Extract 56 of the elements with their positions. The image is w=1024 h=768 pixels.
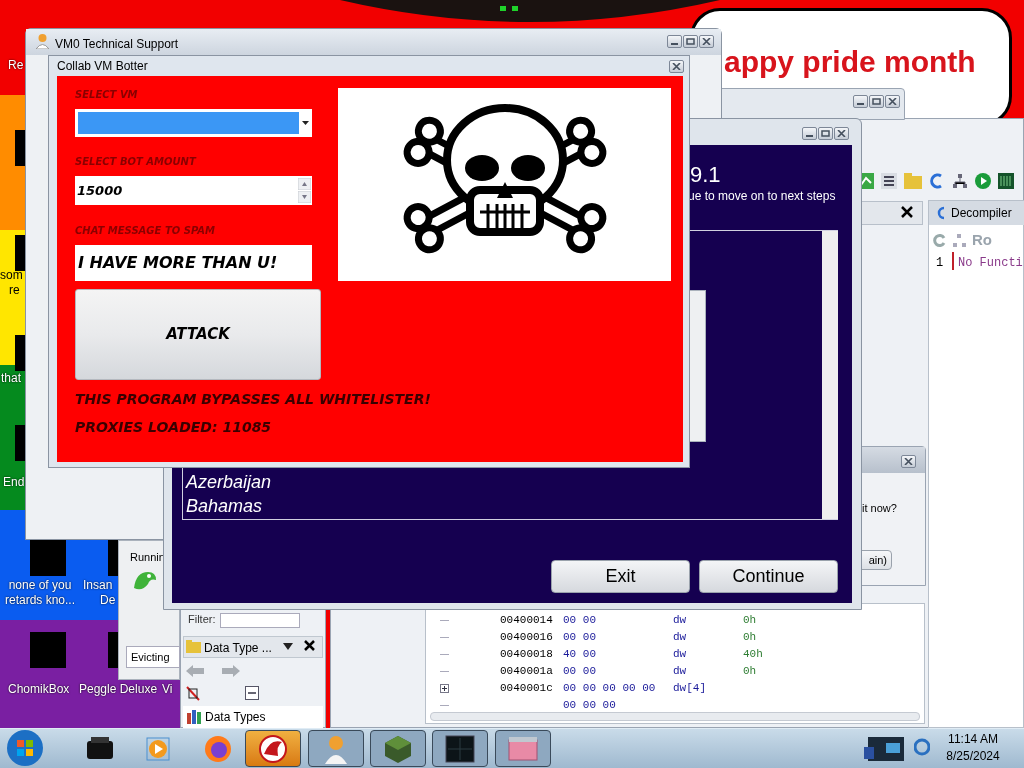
desktop-icon-label: re <box>9 283 20 298</box>
dialog-button[interactable]: Continue <box>699 560 838 593</box>
address-cell-text: 0040001a <box>500 663 554 679</box>
panel-title: Data Type ... <box>204 640 272 657</box>
operand-cell-text: 0h <box>743 663 757 679</box>
desktop-icon-label: Insan <box>83 578 113 593</box>
mnemonic-cell-text: dw <box>673 629 688 645</box>
toolbar-label: Ro <box>972 230 992 250</box>
bytes-cell-text: 00 00 <box>563 663 597 679</box>
chat-message-field[interactable]: I HAVE MORE THAN U! <box>75 245 312 281</box>
mnemonic-cell-text: dw <box>673 612 688 628</box>
bytes-cell-text: 40 00 <box>563 646 597 662</box>
banner-text: appy pride month <box>724 44 976 80</box>
notice-text: THIS PROGRAM BYPASSES ALL WHITELISTER! <box>75 390 432 408</box>
list-item[interactable]: Bahamas <box>186 494 272 518</box>
desktop-icon-label: Re <box>8 58 24 73</box>
window-title: Collab VM Botter <box>57 58 148 75</box>
filter-label: Filter: <box>188 613 216 626</box>
desktop-icon-label: Vi <box>162 682 173 697</box>
field-label: SELECT VM <box>75 88 138 102</box>
field-label: CHAT MESSAGE TO SPAM <box>75 224 215 238</box>
list-item[interactable]: Azerbaijan <box>186 470 272 494</box>
mnemonic-cell-text: dw <box>673 663 688 679</box>
field-label: SELECT BOT AMOUNT <box>75 155 196 169</box>
desktop-icon-label: End <box>3 475 25 490</box>
desktop-icon-label: none of you retards kno... <box>4 578 76 608</box>
dialog-button[interactable]: Exit <box>551 560 690 593</box>
attack-button[interactable]: ATTACK <box>75 289 321 380</box>
operand-cell-text: 0h <box>743 612 757 628</box>
desktop-icon-label: that <box>1 371 21 386</box>
address-cell-text: 00400016 <box>500 629 554 645</box>
address-cell-text: 00400014 <box>500 612 554 628</box>
operand-cell-text: 0h <box>743 629 757 645</box>
dialog-text: it now? <box>862 501 897 516</box>
decompiler-tab[interactable]: Decompiler <box>929 201 1024 225</box>
operand-cell-text: 40h <box>743 646 763 662</box>
mnemonic-cell-text: dw <box>673 646 688 662</box>
bytes-cell-text: 00 00 00 00 00 <box>563 680 657 696</box>
bot-amount-spinner[interactable]: 15000 <box>75 176 312 205</box>
desktop-icon-label: Peggle Deluxe <box>79 682 158 697</box>
window-title: VM0 Technical Support <box>55 36 179 53</box>
clock[interactable]: 11:14 AM 8/25/2024 <box>938 731 1008 765</box>
desktop-icon-label: som <box>0 268 23 283</box>
version-heading: 9.1 <box>690 161 721 189</box>
address-cell-text: 00400018 <box>500 646 554 662</box>
bytes-cell-text: 00 00 00 <box>563 697 617 713</box>
notice-text: PROXIES LOADED: 11085 <box>75 418 273 436</box>
bytes-cell-text: 00 00 <box>563 629 597 645</box>
line-number: 1 <box>936 255 944 272</box>
status-field: Evicting <box>126 646 180 668</box>
desktop-icon-label: De <box>100 593 116 608</box>
code-line: No Functi <box>958 255 1023 272</box>
address-cell-text: 0040001c <box>500 680 554 696</box>
bytes-cell-text: 00 00 <box>563 612 597 628</box>
mnemonic-cell-text: dw[4] <box>673 680 707 696</box>
desktop-icon-label: ChomikBox <box>8 682 70 697</box>
